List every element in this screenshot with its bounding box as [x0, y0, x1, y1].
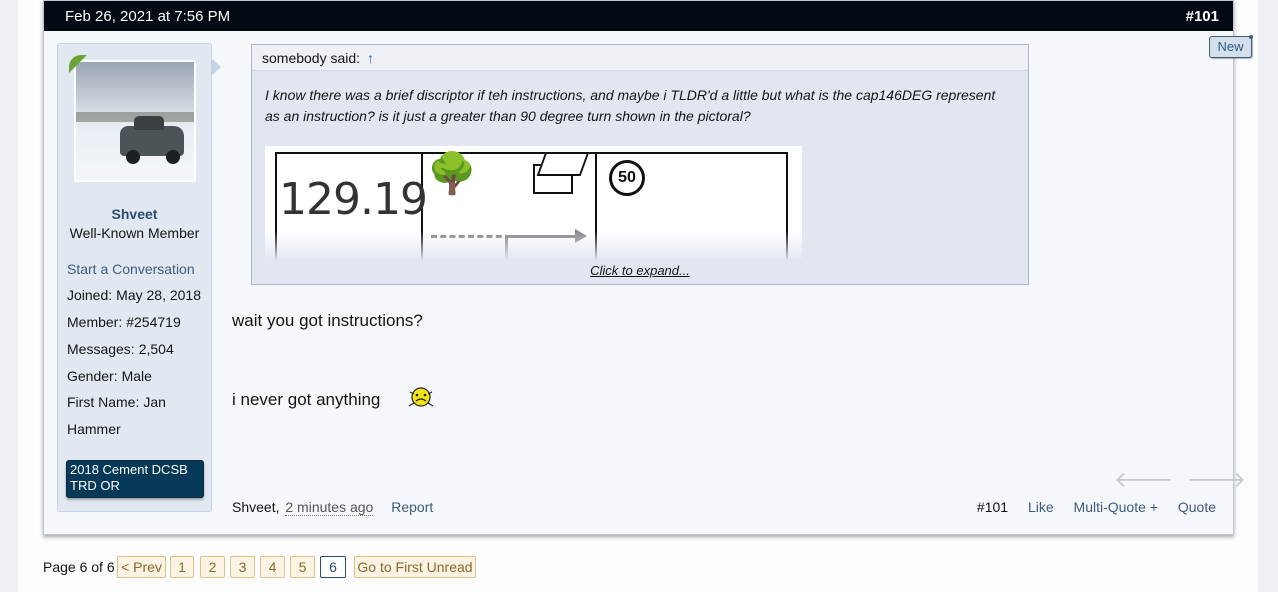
page-button-3[interactable]: 3 [230, 556, 255, 578]
info-member: Member: #254719 [67, 314, 181, 330]
sad-emoji-icon [408, 387, 434, 407]
tree-icon: 🌳 [427, 152, 477, 196]
report-link[interactable]: Report [391, 499, 433, 515]
info-gender: Gender: Male [67, 368, 152, 384]
prev-post-arrow-icon[interactable]: 🡐 [1114, 467, 1173, 493]
post-footer-left: Shveet, 2 minutes ago Report [232, 499, 433, 516]
page-button-5[interactable]: 5 [290, 556, 315, 578]
post-date[interactable]: Feb 26, 2021 at 7:56 PM [65, 8, 230, 25]
first-unread-button[interactable]: Go to First Unread [354, 556, 476, 578]
vehicle-badge: 2018 Cement DCSB TRD OR [66, 460, 204, 498]
post-footer-right: #101 Like Multi-Quote + Quote [961, 499, 1216, 515]
building-icon [533, 164, 573, 194]
post-number-link[interactable]: #101 [1186, 8, 1219, 25]
info-messages: Messages: 2,504 [67, 341, 174, 357]
quote-link[interactable]: Quote [1178, 499, 1216, 515]
prev-page-button[interactable]: < Prev [117, 556, 166, 578]
info-first-name-cont: Hammer [67, 421, 121, 437]
user-card: Shveet Well-Known Member Start a Convers… [57, 43, 221, 512]
click-to-expand-link[interactable]: Click to expand... [252, 263, 1028, 278]
speed-sign-icon: 50 [609, 160, 645, 196]
avatar[interactable] [74, 60, 196, 182]
image-distance-number: 129.19 [279, 174, 428, 225]
footer-author[interactable]: Shveet, [232, 499, 279, 515]
quote-header: somebody said: ↑ [252, 45, 1028, 71]
new-badge[interactable]: New [1209, 35, 1253, 58]
multi-quote-link[interactable]: Multi-Quote + [1074, 499, 1158, 515]
quote-jump-icon[interactable]: ↑ [367, 50, 374, 66]
quote-text: I know there was a brief discriptor if t… [265, 87, 996, 124]
username-link[interactable]: Shveet [58, 206, 211, 222]
info-first-name: First Name: Jan [67, 394, 166, 410]
page-button-6-current[interactable]: 6 [320, 556, 346, 578]
page-button-4[interactable]: 4 [260, 556, 285, 578]
quoted-image[interactable]: 129.19 🌳 50 [265, 146, 802, 261]
page-indicator: Page 6 of 6 [43, 559, 115, 575]
post-header: Feb 26, 2021 at 7:56 PM #101 [44, 1, 1233, 31]
next-post-arrow-icon[interactable]: 🡒 [1187, 467, 1246, 493]
forum-post: Feb 26, 2021 at 7:56 PM #101 Shveet Well… [43, 0, 1246, 535]
message-line-1: wait you got instructions? [232, 311, 423, 330]
quote-block: somebody said: ↑ I know there was a brie… [251, 44, 1029, 285]
post-time[interactable]: 2 minutes ago [285, 499, 374, 516]
page-button-2[interactable]: 2 [200, 556, 225, 578]
message-line-2: i never got anything [232, 390, 381, 409]
info-joined: Joined: May 28, 2018 [67, 287, 201, 303]
start-conversation-link[interactable]: Start a Conversation [67, 261, 195, 277]
footer-post-number[interactable]: #101 [977, 499, 1008, 515]
quote-author: somebody said: [262, 50, 361, 66]
like-link[interactable]: Like [1028, 499, 1054, 515]
user-title: Well-Known Member [69, 225, 200, 241]
page-button-1[interactable]: 1 [170, 556, 194, 578]
